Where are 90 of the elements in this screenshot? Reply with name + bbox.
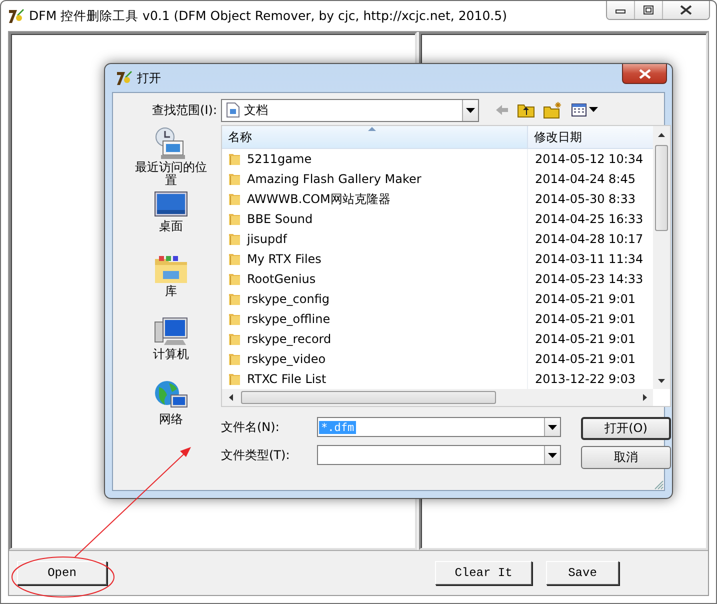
file-type-dropdown[interactable] xyxy=(317,445,561,465)
file-date: 2014-05-21 9:01 xyxy=(535,352,636,366)
file-row[interactable]: rskype_record 2014-05-21 9:01 xyxy=(222,329,653,349)
maximize-button[interactable] xyxy=(635,1,663,19)
folder-icon xyxy=(228,372,242,386)
folder-up-icon[interactable] xyxy=(517,102,535,118)
close-icon xyxy=(638,68,652,78)
new-folder-icon[interactable] xyxy=(543,101,563,119)
file-name: rskype_record xyxy=(247,332,332,346)
file-name: 5211game xyxy=(247,152,313,166)
dropdown-value: 文档 xyxy=(244,102,269,118)
document-icon xyxy=(226,102,240,118)
scroll-thumb[interactable] xyxy=(655,145,668,231)
app-icon xyxy=(115,69,133,87)
location-dropdown[interactable]: 文档 xyxy=(221,98,479,122)
file-date: 2014-04-25 16:33 xyxy=(535,212,644,226)
field-label: 文件类型(T): xyxy=(221,446,291,464)
folder-icon xyxy=(228,152,242,166)
library-icon xyxy=(153,253,189,285)
file-name: rskype_config xyxy=(247,292,331,306)
vertical-scrollbar[interactable] xyxy=(653,126,670,389)
file-date: 2014-04-24 8:45 xyxy=(535,172,636,186)
folder-icon xyxy=(228,272,242,286)
file-row[interactable]: rskype_offline 2014-05-21 9:01 xyxy=(222,309,653,329)
file-name: RTXC File List xyxy=(247,372,328,386)
file-name: jisupdf xyxy=(247,232,288,246)
file-name: rskype_offline xyxy=(247,312,332,326)
file-row[interactable]: 5211game 2014-05-12 10:34 xyxy=(222,149,653,169)
places-item[interactable]: 计算机 xyxy=(131,316,211,377)
file-row[interactable]: RTXC File List 2013-12-22 9:03 xyxy=(222,369,653,389)
folder-icon xyxy=(228,312,242,326)
column-header[interactable]: 名称 xyxy=(222,126,528,148)
file-date: 2013-12-22 9:03 xyxy=(535,372,636,386)
close-button[interactable] xyxy=(663,1,709,19)
file-name: Amazing Flash Gallery Maker xyxy=(247,172,422,186)
file-date: 2014-04-28 10:17 xyxy=(535,232,644,246)
file-name: My RTX Files xyxy=(247,252,322,266)
window-title: DFM 控件删除工具 v0.1 (DFM Object Remover, by cjc, http://xcjc.net, 2010.5) xyxy=(29,8,508,24)
file-name: BBE Sound xyxy=(247,212,314,226)
action-button[interactable]: Save xyxy=(546,561,619,585)
dialog-button[interactable]: 打开(O) xyxy=(581,417,671,440)
file-row[interactable]: rskype_video 2014-05-21 9:01 xyxy=(222,349,653,369)
file-name: rskype_video xyxy=(247,352,327,366)
horizontal-scrollbar[interactable] xyxy=(222,389,653,406)
file-date: 2014-05-30 8:33 xyxy=(535,192,636,206)
file-date: 2014-03-11 11:34 xyxy=(535,252,644,266)
file-row[interactable]: Amazing Flash Gallery Maker 2014-04-24 8:45 xyxy=(222,169,653,189)
folder-icon xyxy=(228,232,242,246)
file-row[interactable]: BBE Sound 2014-04-25 16:33 xyxy=(222,209,653,229)
places-item[interactable]: 桌面 xyxy=(131,190,211,251)
file-date: 2014-05-23 14:33 xyxy=(535,272,644,286)
maximize-icon xyxy=(642,5,654,15)
file-row[interactable]: rskype_config 2014-05-21 9:01 xyxy=(222,289,653,309)
file-row[interactable]: AWWWB.COM网站克隆器 2014-05-30 8:33 xyxy=(222,189,653,209)
close-button[interactable] xyxy=(622,64,667,84)
folder-icon xyxy=(228,352,242,366)
scroll-thumb[interactable] xyxy=(241,391,496,404)
folder-icon xyxy=(228,332,242,346)
folder-icon xyxy=(228,192,242,206)
file-name: AWWWB.COM网站克隆器 xyxy=(247,190,392,208)
folder-icon xyxy=(228,252,242,266)
places-item[interactable]: 网络 xyxy=(131,379,211,440)
field-label: 查找范围(I): xyxy=(151,102,218,118)
file-row[interactable]: jisupdf 2014-04-28 10:17 xyxy=(222,229,653,249)
file-row[interactable]: My RTX Files 2014-03-11 11:34 xyxy=(222,249,653,269)
minimize-button[interactable] xyxy=(607,1,635,19)
file-name: RootGenius xyxy=(247,272,317,286)
file-date: 2014-05-21 9:01 xyxy=(535,292,636,306)
view-menu-icon[interactable] xyxy=(571,103,599,117)
folder-icon xyxy=(228,292,242,306)
resize-grip-icon xyxy=(654,480,664,490)
computer-icon xyxy=(153,316,189,348)
dialog-button[interactable]: 取消 xyxy=(581,446,671,469)
column-header[interactable]: 修改日期 xyxy=(528,126,653,148)
app-icon xyxy=(7,7,25,25)
file-date: 2014-05-21 9:01 xyxy=(535,332,636,346)
field-value: *.dfm xyxy=(319,420,356,434)
close-icon xyxy=(679,5,693,15)
sort-arrow-icon xyxy=(368,127,376,131)
places-item[interactable]: 库 xyxy=(131,253,211,314)
action-button[interactable]: Open xyxy=(17,561,107,585)
file-date: 2014-05-21 9:01 xyxy=(535,312,636,326)
action-button[interactable]: Clear It xyxy=(435,561,532,585)
field-label: 文件名(N): xyxy=(221,418,280,436)
dialog-title: 打开 xyxy=(137,70,162,86)
file-date: 2014-05-12 10:34 xyxy=(535,152,644,166)
folder-icon xyxy=(228,212,242,226)
places-item[interactable]: 最近访问的位置 xyxy=(131,127,211,188)
folder-icon xyxy=(228,172,242,186)
file-row[interactable]: RootGenius 2014-05-23 14:33 xyxy=(222,269,653,289)
